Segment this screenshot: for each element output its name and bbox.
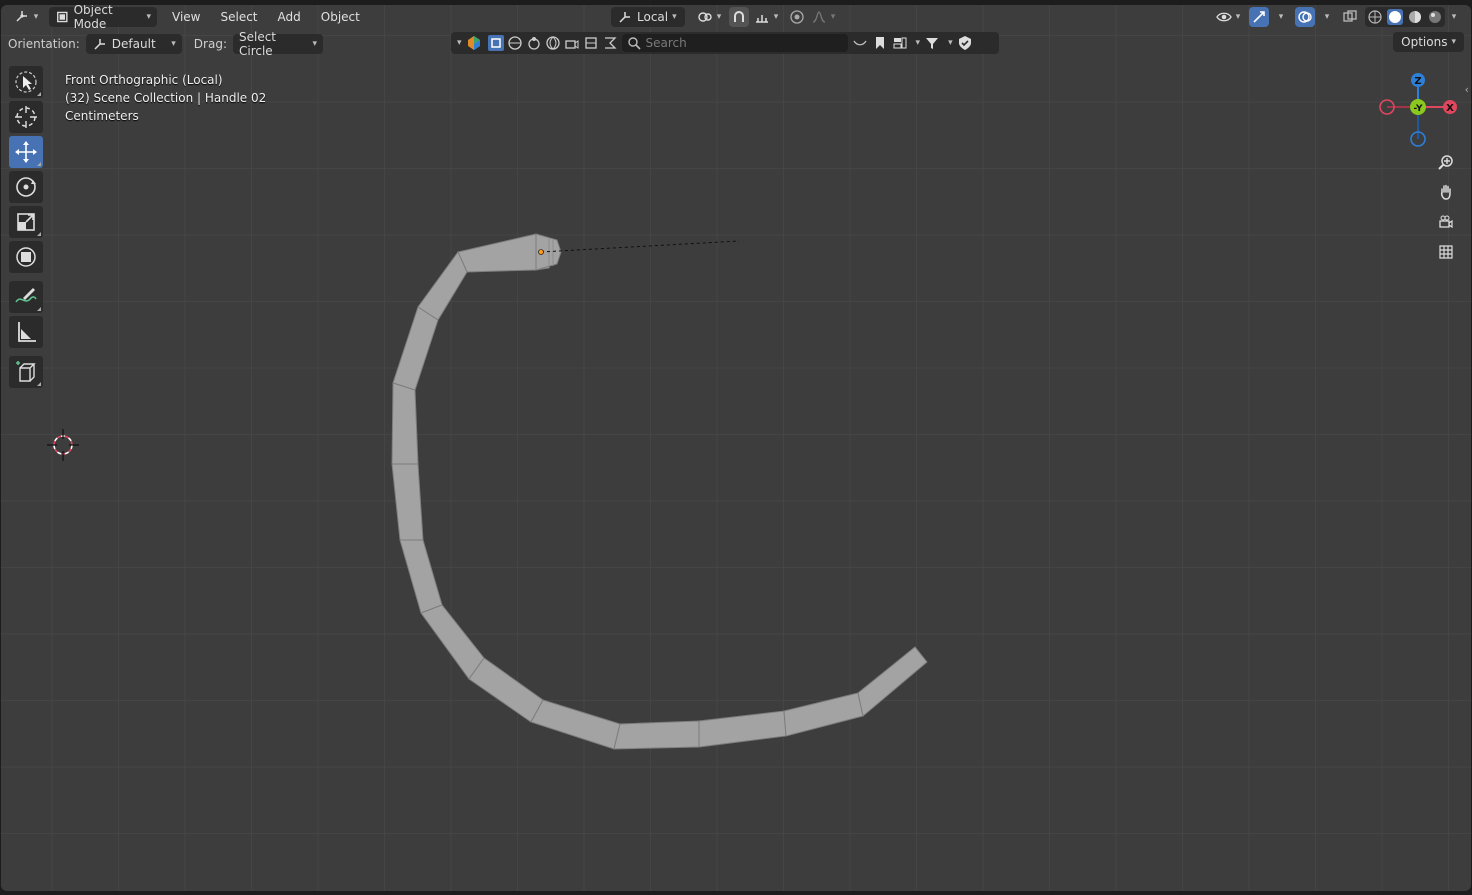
- gizmo-y-label: -Y: [1414, 104, 1423, 114]
- relationship-line: [540, 240, 740, 253]
- object-origin-icon[interactable]: [538, 249, 544, 255]
- pan-button[interactable]: [1434, 180, 1458, 204]
- gizmo-z-label: Z: [1414, 76, 1421, 87]
- pan-hand-icon: [1441, 184, 1451, 200]
- gizmo-x-label: X: [1446, 103, 1454, 114]
- zoom-button[interactable]: [1434, 150, 1458, 174]
- camera-view-button[interactable]: [1434, 210, 1458, 234]
- mesh-canvas: [391, 233, 928, 750]
- camera-view-icon: [1439, 215, 1453, 229]
- navigation-gizmo[interactable]: Z X -Y: [1373, 68, 1467, 158]
- 3d-viewport[interactable]: ▾ Object Mode ▾ View Select Add Object L…: [1, 5, 1471, 891]
- ortho-toggle-button[interactable]: [1434, 240, 1458, 264]
- ortho-grid-icon: [1439, 245, 1453, 259]
- zoom-icon: [1438, 155, 1453, 170]
- sidebar-toggle-icon[interactable]: ‹: [1465, 83, 1469, 96]
- handle-mesh[interactable]: [391, 233, 928, 750]
